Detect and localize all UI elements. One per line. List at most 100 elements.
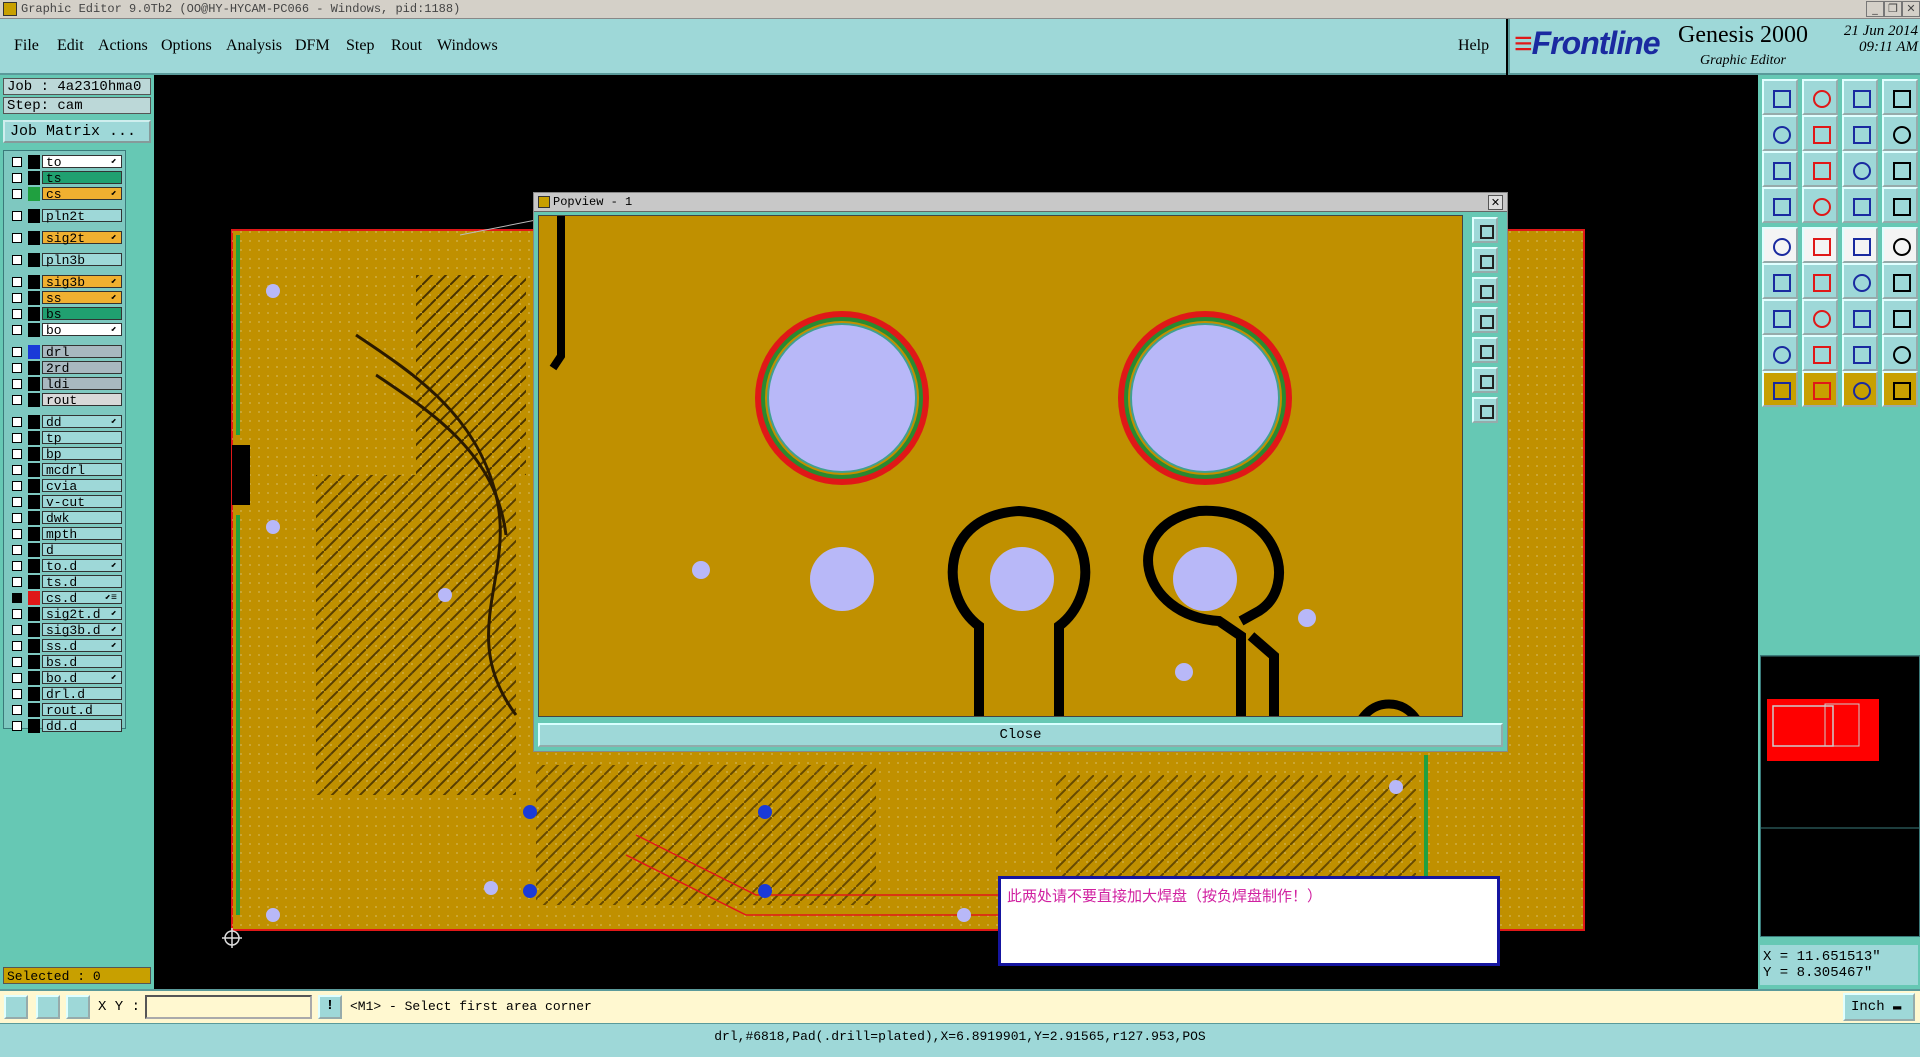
select-area-button[interactable]: [1762, 371, 1798, 407]
layer-color-swatch[interactable]: [28, 591, 40, 605]
layer-checkbox[interactable]: [12, 481, 22, 491]
popview-pan-right-button[interactable]: [1472, 337, 1498, 363]
layer-checkbox[interactable]: [12, 497, 22, 507]
layer-color-swatch[interactable]: [28, 655, 40, 669]
layer-checkbox[interactable]: [12, 513, 22, 523]
layer-name[interactable]: dd.d: [42, 719, 122, 733]
layer-checkbox[interactable]: [12, 255, 22, 265]
display-settings-button[interactable]: [1762, 187, 1798, 223]
select-polygon-button[interactable]: [1802, 371, 1838, 407]
layer-color-swatch[interactable]: [28, 431, 40, 445]
layer-row[interactable]: cs.d ⬋≡: [4, 591, 125, 605]
layer-row[interactable]: bp: [4, 447, 125, 461]
layer-row[interactable]: dd.d: [4, 719, 125, 733]
layer-checkbox[interactable]: [12, 173, 22, 183]
layer-row[interactable]: sig2t.d ⬋: [4, 607, 125, 621]
layer-row[interactable]: ss.d ⬋: [4, 639, 125, 653]
pan-left-button[interactable]: [1762, 115, 1798, 151]
layer-name[interactable]: pln2t: [42, 209, 122, 223]
layer-checkbox[interactable]: [12, 577, 22, 587]
layer-name[interactable]: v-cut: [42, 495, 122, 509]
layer-color-swatch[interactable]: [28, 231, 40, 245]
layer-checkbox[interactable]: [12, 641, 22, 651]
layer-checkbox[interactable]: [12, 529, 22, 539]
add-ruler-button[interactable]: [1842, 227, 1878, 263]
move-node-button[interactable]: [1762, 263, 1798, 299]
layer-color-swatch[interactable]: [28, 639, 40, 653]
layer-checkbox[interactable]: [12, 625, 22, 635]
popview-pan-left-button[interactable]: [1472, 307, 1498, 333]
popview-zoom-out-button[interactable]: [1472, 397, 1498, 423]
layer-row[interactable]: ldi: [4, 377, 125, 391]
layer-row[interactable]: sig3b.d ⬋: [4, 623, 125, 637]
snap-feature-button[interactable]: [1802, 187, 1838, 223]
popview-pan-up-button[interactable]: [1472, 247, 1498, 273]
open-job-button[interactable]: [1762, 79, 1798, 115]
layer-color-swatch[interactable]: [28, 447, 40, 461]
layer-row[interactable]: d: [4, 543, 125, 557]
layer-color-swatch[interactable]: [28, 479, 40, 493]
layer-color-swatch[interactable]: [28, 171, 40, 185]
layer-name[interactable]: dd ⬋: [42, 415, 122, 429]
layer-name[interactable]: mpth: [42, 527, 122, 541]
layer-color-swatch[interactable]: [28, 155, 40, 169]
layer-row[interactable]: drl.d: [4, 687, 125, 701]
layer-checkbox[interactable]: [12, 347, 22, 357]
layer-row[interactable]: to ⬋: [4, 155, 125, 169]
layer-name[interactable]: dwk: [42, 511, 122, 525]
resize-feature-button[interactable]: [1842, 335, 1878, 371]
layer-checkbox[interactable]: [12, 721, 22, 731]
add-pad-button[interactable]: [1762, 227, 1798, 263]
drc-view-button[interactable]: [1842, 187, 1878, 223]
layer-name[interactable]: mcdrl: [42, 463, 122, 477]
layer-name[interactable]: tp: [42, 431, 122, 445]
menu-analysis[interactable]: Analysis: [226, 37, 282, 55]
layer-color-swatch[interactable]: [28, 377, 40, 391]
redo-view-button[interactable]: [1882, 115, 1918, 151]
popview-pan-down-button[interactable]: [1472, 277, 1498, 303]
snap-icon[interactable]: [4, 995, 28, 1019]
layer-color-swatch[interactable]: [28, 687, 40, 701]
layer-row[interactable]: sig2t ⬋: [4, 231, 125, 245]
layer-row[interactable]: mcdrl: [4, 463, 125, 477]
layer-name[interactable]: bo.d ⬋: [42, 671, 122, 685]
layer-checkbox[interactable]: [12, 609, 22, 619]
layer-row[interactable]: 2rd: [4, 361, 125, 375]
layer-checkbox[interactable]: [12, 433, 22, 443]
layer-name[interactable]: rout.d: [42, 703, 122, 717]
close-window-button[interactable]: ✕: [1902, 1, 1920, 17]
layer-checkbox[interactable]: [12, 673, 22, 683]
layer-checkbox[interactable]: [12, 449, 22, 459]
fit-profile-button[interactable]: [1802, 151, 1838, 187]
layer-checkbox[interactable]: [12, 657, 22, 667]
layer-name[interactable]: bp: [42, 447, 122, 461]
layer-color-swatch[interactable]: [28, 527, 40, 541]
popview-canvas[interactable]: [538, 215, 1463, 717]
layer-color-swatch[interactable]: [28, 307, 40, 321]
layer-color-swatch[interactable]: [28, 719, 40, 733]
layer-name[interactable]: ts: [42, 171, 122, 185]
layer-name[interactable]: drl: [42, 345, 122, 359]
layer-name[interactable]: sig2t ⬋: [42, 231, 122, 245]
layer-checkbox[interactable]: [12, 689, 22, 699]
layer-checkbox[interactable]: [12, 293, 22, 303]
layer-row[interactable]: bs: [4, 307, 125, 321]
layer-checkbox[interactable]: [12, 325, 22, 335]
layer-checkbox[interactable]: [12, 309, 22, 319]
layer-checkbox[interactable]: [12, 157, 22, 167]
layer-color-swatch[interactable]: [28, 323, 40, 337]
layer-checkbox[interactable]: [12, 277, 22, 287]
scale-1-2-button[interactable]: [1842, 151, 1878, 187]
measure-icon[interactable]: [36, 995, 60, 1019]
layer-name[interactable]: ts.d: [42, 575, 122, 589]
rotate-tool-button[interactable]: [1842, 299, 1878, 335]
select-all-button[interactable]: [1882, 371, 1918, 407]
popview-close-icon[interactable]: ✕: [1488, 195, 1503, 210]
mirror-tool-button[interactable]: [1882, 299, 1918, 335]
layer-checkbox[interactable]: [12, 211, 22, 221]
add-line-button[interactable]: [1802, 227, 1838, 263]
menu-actions[interactable]: Actions: [98, 37, 148, 55]
layer-checkbox[interactable]: [12, 417, 22, 427]
layer-name[interactable]: bo ⬋: [42, 323, 122, 337]
layer-color-swatch[interactable]: [28, 607, 40, 621]
